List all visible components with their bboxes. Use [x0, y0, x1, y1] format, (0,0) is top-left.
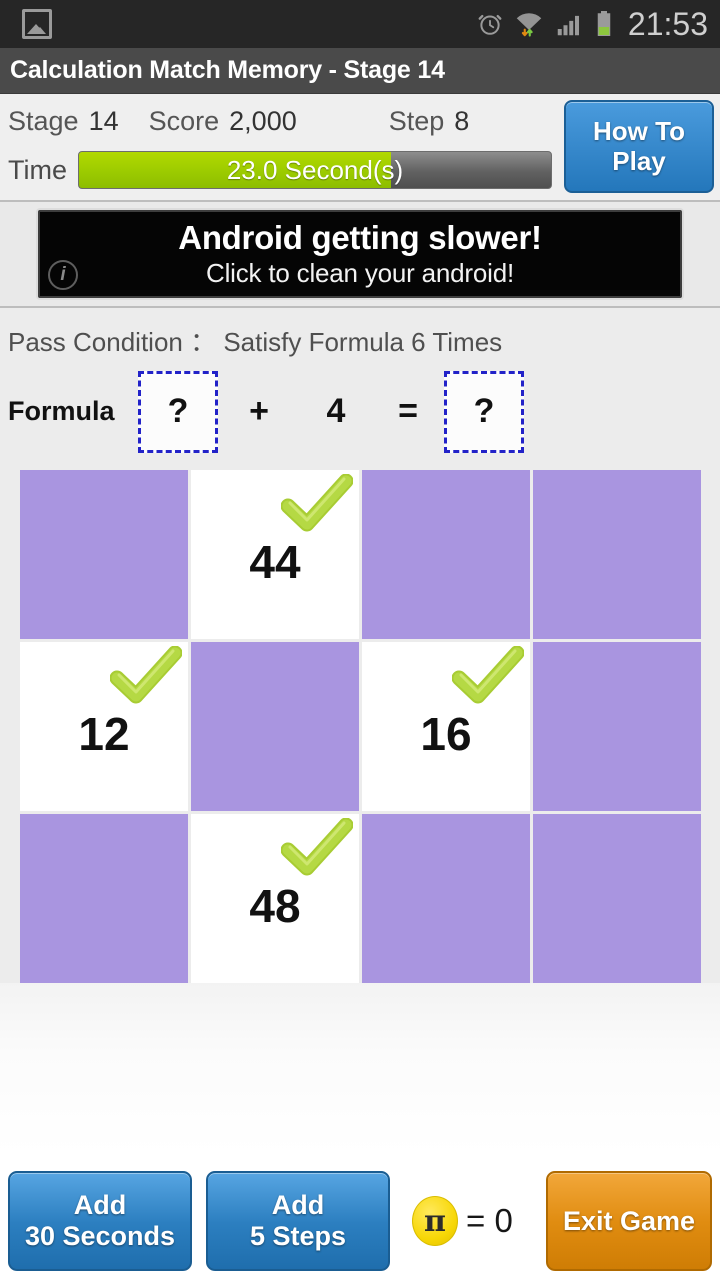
formula-operator: +	[249, 392, 269, 430]
pass-condition-text: Pass Condition ： Satisfy Formula 6 Times	[0, 308, 720, 359]
status-bar: 21:53	[0, 0, 720, 48]
ad-subline: Click to clean your android!	[206, 258, 514, 288]
status-bar-clock: 21:53	[627, 5, 708, 42]
score-label: Score	[148, 105, 220, 136]
board-wrapper: 44 12 16 48	[0, 464, 720, 983]
coin-counter: π = 0	[412, 1196, 513, 1246]
stage-value: 14	[88, 105, 119, 136]
add-steps-line2: 5 Steps	[249, 1221, 347, 1251]
board-filler	[0, 983, 720, 1155]
title-bar: Calculation Match Memory - Stage 14	[0, 48, 720, 94]
board-cell[interactable]: 44	[191, 470, 359, 639]
time-row: Time 23.0 Second(s)	[0, 146, 552, 194]
formula-row: Formula ? + 4 = ?	[0, 359, 720, 464]
time-label: Time	[8, 154, 67, 185]
formula-equals: =	[398, 392, 418, 430]
step-label: Step	[388, 105, 445, 136]
memory-board: 44 12 16 48	[20, 470, 701, 983]
coin-count-value: = 0	[466, 1202, 513, 1239]
stats-row: Stage 14 Score 2,000 Step 8	[0, 98, 560, 144]
add-5-steps-button[interactable]: Add 5 Steps	[206, 1171, 390, 1271]
add-seconds-line2: 30 Seconds	[24, 1221, 176, 1251]
formula-label: Formula	[8, 396, 115, 426]
ad-banner[interactable]: Android getting slower! Click to clean y…	[38, 210, 682, 298]
board-cell-value: 44	[249, 535, 301, 588]
status-bar-left	[12, 9, 476, 39]
add-seconds-line1: Add	[73, 1189, 127, 1220]
board-cell[interactable]: 16	[362, 642, 530, 811]
score-value: 2,000	[229, 105, 297, 136]
time-remaining-text: 23.0 Second(s)	[226, 154, 404, 185]
add-steps-line1: Add	[271, 1189, 325, 1220]
app-root: 21:53 Calculation Match Memory - Stage 1…	[0, 0, 720, 1280]
board-cell[interactable]	[362, 814, 530, 983]
page-title: Calculation Match Memory - Stage 14	[10, 56, 445, 84]
formula-left-slot[interactable]: ?	[138, 370, 218, 453]
how-to-play-button[interactable]: How To Play	[564, 100, 714, 193]
stage-stat: Stage 14	[8, 106, 119, 137]
board-cell[interactable]: 12	[20, 642, 188, 811]
board-cell[interactable]	[191, 642, 359, 811]
stage-label: Stage	[8, 105, 79, 136]
gallery-icon	[22, 9, 52, 39]
ad-headline: Android getting slower!	[178, 219, 542, 256]
pi-coin-icon: π	[412, 1196, 458, 1246]
board-cell[interactable]	[20, 814, 188, 983]
alarm-clock-icon	[478, 14, 502, 35]
exit-game-button[interactable]: Exit Game	[546, 1171, 712, 1271]
step-value: 8	[454, 105, 470, 136]
game-info-header: Stage 14 Score 2,000 Step 8 Time 23.0 Se…	[0, 94, 720, 202]
board-cell[interactable]	[533, 470, 701, 639]
board-cell[interactable]	[362, 470, 530, 639]
board-cell-value: 16	[420, 707, 472, 760]
ad-info-icon[interactable]: i	[48, 260, 78, 290]
board-cell-value: 12	[78, 707, 130, 760]
how-to-play-line2: Play	[612, 145, 666, 176]
how-to-play-line1: How To	[593, 116, 685, 147]
cell-signal-icon	[557, 15, 579, 36]
board-cell[interactable]: 48	[191, 814, 359, 983]
add-30-seconds-button[interactable]: Add 30 Seconds	[8, 1171, 192, 1271]
time-progress-bar: 23.0 Second(s)	[78, 151, 552, 189]
formula-right-slot[interactable]: ?	[444, 370, 524, 453]
board-cell[interactable]	[533, 814, 701, 983]
wifi-transfer-icon	[516, 13, 542, 37]
board-cell[interactable]	[533, 642, 701, 811]
board-cell-value: 48	[249, 879, 301, 932]
step-stat: Step 8	[389, 106, 470, 137]
status-bar-right: 21:53	[476, 6, 708, 43]
board-cell[interactable]	[20, 470, 188, 639]
ad-zone: Android getting slower! Click to clean y…	[0, 202, 720, 308]
score-stat: Score 2,000	[149, 106, 297, 137]
bottom-action-bar: Add 30 Seconds Add 5 Steps π = 0 Exit Ga…	[0, 1162, 720, 1280]
formula-term: 4	[326, 392, 346, 430]
battery-icon	[597, 11, 611, 36]
